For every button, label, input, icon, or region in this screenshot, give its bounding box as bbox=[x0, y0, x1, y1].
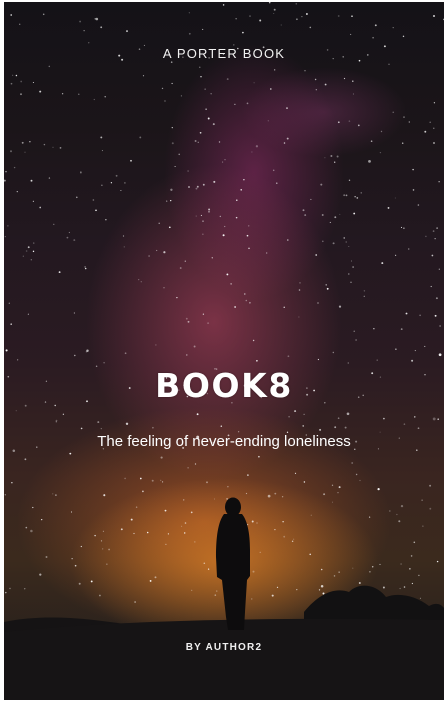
book-title: BOOK8 bbox=[155, 366, 293, 405]
author-label: BY AUTHOR2 bbox=[185, 642, 263, 653]
publisher-label: A PORTER BOOK bbox=[162, 46, 286, 61]
book-cover: A PORTER BOOK BOOK8 The feeling of never… bbox=[4, 2, 444, 700]
page-frame: A PORTER BOOK BOOK8 The feeling of never… bbox=[0, 0, 447, 706]
person-silhouette-image bbox=[4, 497, 444, 700]
book-subtitle: The feeling of never-ending loneliness bbox=[97, 433, 351, 450]
